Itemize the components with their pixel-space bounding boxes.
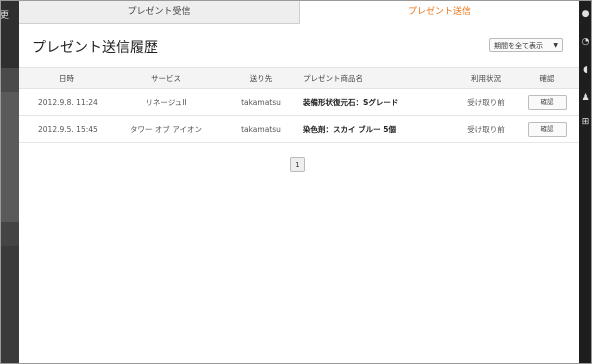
page-title: プレゼント送信履歴 [32, 40, 158, 56]
info-icon[interactable]: ● [581, 10, 590, 19]
tab-bar: プレゼント受信 プレゼント送信 [19, 0, 579, 24]
right-toolbar: ● ◔ ◖ ♟ ⊞ [579, 0, 592, 364]
row-recipient: takamatsu [241, 97, 281, 107]
header-item-name: プレゼント商品名 [303, 73, 363, 83]
period-filter-value: 期間を全て表示 [494, 42, 543, 50]
table-row: 2012.9.5. 15:45 タワー オブ アイオン takamatsu 染色… [19, 116, 579, 143]
cart-icon[interactable]: ⊞ [581, 118, 590, 127]
header-service: サービス [151, 73, 181, 83]
confirm-button[interactable]: 確認 [527, 94, 567, 110]
row-item-name: 装備形状復元石：Sグレード [303, 97, 399, 107]
row-status: 受け取り前 [467, 124, 505, 134]
left-edge-text: 更 [0, 11, 10, 21]
tab-present-sent[interactable]: プレゼント送信 [300, 0, 579, 23]
confirm-button[interactable]: 確認 [527, 121, 567, 137]
header-status: 利用状況 [471, 73, 501, 83]
clock-icon[interactable]: ◔ [581, 38, 590, 47]
tab-present-received[interactable]: プレゼント受信 [19, 0, 300, 24]
header-confirm: 確認 [539, 73, 555, 83]
row-date: 2012.9.5. 15:45 [38, 124, 98, 134]
table-row: 2012.9.8. 11:24 リネージュII takamatsu 装備形状復元… [19, 89, 579, 116]
chat-icon[interactable]: ◖ [581, 66, 590, 75]
row-item-name: 染色剤：スカイ ブルー 5個 [303, 124, 396, 134]
row-date: 2012.9.8. 11:24 [38, 97, 98, 107]
table-header: 日時 サービス 送り先 プレゼント商品名 利用状況 確認 [19, 67, 579, 89]
left-background-strip: 更 [0, 0, 19, 364]
user-icon[interactable]: ♟ [581, 94, 590, 103]
chevron-down-icon: ▼ [553, 42, 558, 49]
row-status: 受け取り前 [467, 97, 505, 107]
present-history-panel: プレゼント受信 プレゼント送信 プレゼント送信履歴 期間を全て表示 ▼ 日時 サ… [19, 0, 579, 364]
header-recipient: 送り先 [249, 73, 273, 83]
period-filter-select[interactable]: 期間を全て表示 ▼ [489, 38, 563, 52]
row-recipient: takamatsu [241, 124, 281, 134]
header-date: 日時 [59, 73, 74, 83]
row-service: リネージュII [145, 97, 187, 107]
row-service: タワー オブ アイオン [130, 124, 202, 134]
pagination-page-1[interactable]: 1 [290, 157, 305, 172]
